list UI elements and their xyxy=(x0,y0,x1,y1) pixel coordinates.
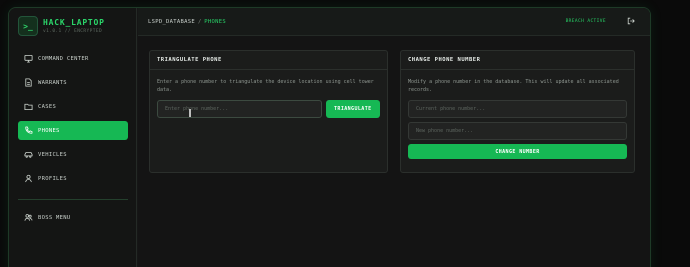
sidebar-item-boss-menu[interactable]: BOSS MENU xyxy=(18,208,128,227)
sidebar-item-label: WARRANTS xyxy=(38,79,67,86)
sidebar-divider xyxy=(18,199,128,200)
new-number-row xyxy=(401,122,634,140)
monitor-icon xyxy=(24,54,33,63)
sidebar-item-vehicles[interactable]: VEHICLES xyxy=(18,145,128,164)
change-phone-number-card: CHANGE PHONE NUMBER Modify a phone numbe… xyxy=(400,50,635,173)
sidebar-item-label: BOSS MENU xyxy=(38,214,71,221)
laptop-window: >_ HACK_LAPTOP v1.0.1 // ENCRYPTED COMMA… xyxy=(8,7,651,267)
current-phone-number-input[interactable] xyxy=(408,100,627,118)
app-title: HACK_LAPTOP xyxy=(43,17,105,27)
sidebar-nav: COMMAND CENTER WARRANTS CASES PHONES VEH… xyxy=(18,49,128,193)
car-icon xyxy=(24,152,33,158)
phone-number-input[interactable] xyxy=(157,100,322,118)
sidebar-item-cases[interactable]: CASES xyxy=(18,97,128,116)
document-icon xyxy=(25,78,32,87)
card-title: CHANGE PHONE NUMBER xyxy=(401,51,634,70)
status-badge: BREACH ACTIVE xyxy=(565,19,606,24)
sidebar-item-profiles[interactable]: PROFILES xyxy=(18,169,128,188)
app-version: v1.0.1 // ENCRYPTED xyxy=(43,28,103,34)
new-phone-number-input[interactable] xyxy=(408,122,627,140)
change-number-button[interactable]: CHANGE NUMBER xyxy=(408,144,627,159)
phone-icon xyxy=(25,126,33,134)
sidebar-item-label: COMMAND CENTER xyxy=(38,55,89,62)
breadcrumb-current: PHONES xyxy=(204,18,226,25)
topbar: LSPD_DATABASE / PHONES BREACH ACTIVE xyxy=(138,8,650,36)
triangulate-phone-card: TRIANGULATE PHONE Enter a phone number t… xyxy=(149,50,388,173)
triangulate-form: TRIANGULATE xyxy=(150,100,387,118)
sidebar-item-label: CASES xyxy=(38,103,57,110)
breadcrumb-root[interactable]: LSPD_DATABASE xyxy=(148,19,195,25)
boss-section: BOSS MENU xyxy=(18,208,128,232)
folder-icon xyxy=(24,103,33,111)
logout-icon[interactable] xyxy=(627,17,635,25)
main-content: LSPD_DATABASE / PHONES BREACH ACTIVE TRIAN… xyxy=(138,8,650,267)
brand: >_ HACK_LAPTOP v1.0.1 // ENCRYPTED xyxy=(18,16,105,36)
users-icon xyxy=(24,214,33,221)
text-cursor xyxy=(189,109,191,117)
current-number-row xyxy=(401,100,634,118)
change-number-row: CHANGE NUMBER xyxy=(401,144,634,159)
sidebar-item-label: PROFILES xyxy=(38,175,67,182)
breadcrumb-separator: / xyxy=(197,18,202,25)
triangulate-button[interactable]: TRIANGULATE xyxy=(325,100,380,118)
card-description: Modify a phone number in the database. T… xyxy=(408,79,619,93)
sidebar-item-label: VEHICLES xyxy=(38,151,67,158)
sidebar: >_ HACK_LAPTOP v1.0.1 // ENCRYPTED COMMA… xyxy=(9,8,137,267)
card-title: TRIANGULATE PHONE xyxy=(150,51,387,70)
breadcrumb: LSPD_DATABASE / PHONES xyxy=(148,19,226,25)
card-description: Enter a phone number to triangulate the … xyxy=(157,79,374,93)
sidebar-item-command-center[interactable]: COMMAND CENTER xyxy=(18,49,128,68)
brand-text: HACK_LAPTOP v1.0.1 // ENCRYPTED xyxy=(43,18,105,35)
sidebar-item-label: PHONES xyxy=(38,127,60,134)
user-icon xyxy=(25,174,32,183)
sidebar-item-warrants[interactable]: WARRANTS xyxy=(18,73,128,92)
terminal-icon: >_ xyxy=(18,16,38,36)
sidebar-item-phones[interactable]: PHONES xyxy=(18,121,128,140)
